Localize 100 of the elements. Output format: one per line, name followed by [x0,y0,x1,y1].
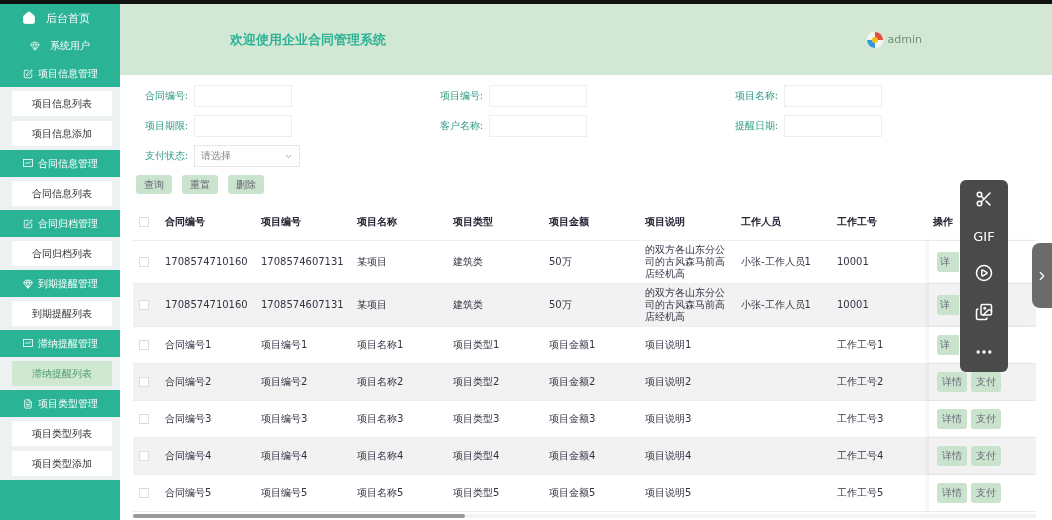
submenu-item[interactable]: 项目信息列表 [12,91,112,116]
field-label: 合同编号: [143,89,188,103]
side-handle[interactable] [1032,243,1052,308]
column-header: 合同编号 [164,215,206,229]
table-cell-text: 项目类型3 [452,412,501,426]
table-cell-text: 1708574710160 [164,255,249,269]
table-cell-text: 项目说明5 [644,486,693,500]
table-cell-text: 工作工号5 [836,486,885,500]
submenu-item[interactable]: 项目类型添加 [12,451,112,476]
row-checkbox[interactable] [139,488,149,498]
row-checkbox[interactable] [139,340,149,350]
system-title: 欢迎使用企业合同管理系统 [230,30,386,49]
table-cell-text: 合同编号4 [164,449,213,463]
row-checkbox[interactable] [139,451,149,461]
table-cell-text: 工作工号3 [836,412,885,426]
menu-group[interactable]: 项目信息管理 [0,60,120,87]
row-checkbox[interactable] [139,257,149,267]
action-button[interactable]: 详 [937,295,959,315]
table-cell-text: 合同编号2 [164,375,213,389]
menu-group-label: 合同信息管理 [37,156,98,171]
select-all-checkbox[interactable] [139,217,149,227]
users-label: 系统用户 [50,39,90,53]
row-checkbox[interactable] [139,377,149,387]
table-cell-text: 的双方各山东分公司的古风森马前高店经机高 [644,286,726,324]
table-cell-text: 项目金额5 [548,486,597,500]
select-field[interactable]: 请选择 [194,145,300,167]
table-cell-text: 建筑类 [452,255,484,269]
home-menu-item[interactable]: 后台首页 [0,4,120,32]
action-button[interactable]: 支付 [971,409,1001,429]
field-label: 客户名称: [438,119,483,133]
table-cell-text: 合同编号3 [164,412,213,426]
action-button[interactable]: 详情 [937,409,967,429]
submenu-item[interactable]: 项目信息添加 [12,121,112,146]
table-cell-text: 工作工号4 [836,449,885,463]
action-button[interactable]: 支付 [971,446,1001,466]
record-icon[interactable] [975,264,993,283]
search-button[interactable]: 重置 [182,175,218,194]
table-cell-text: 项目类型1 [452,338,501,352]
field-label: 项目期限: [143,119,188,133]
users-menu-item[interactable]: 系统用户 [0,32,120,60]
field-label: 项目名称: [733,89,778,103]
table-cell-text: 合同编号5 [164,486,213,500]
table-cell-text: 项目名称1 [356,338,405,352]
action-button[interactable]: 详 [937,252,959,272]
search-button[interactable]: 查询 [136,175,172,194]
table-cell-text: 某项目 [356,298,388,312]
submenu-item[interactable]: 项目类型列表 [12,421,112,446]
menu-group-label: 滞纳提醒管理 [37,336,98,351]
table-cell-text: 项目名称3 [356,412,405,426]
user-name: admin [887,33,922,46]
action-button[interactable]: 详 [937,335,959,355]
home-label: 后台首页 [46,10,90,26]
table-cell-text: 项目金额3 [548,412,597,426]
table-cell-text: 1708574607131 [260,298,345,312]
menu-group[interactable]: 合同归档管理 [0,210,120,237]
column-header: 工作人员 [740,215,782,229]
home-icon [22,11,36,25]
field-label: 项目编号: [438,89,483,103]
menu-group[interactable]: 到期提醒管理 [0,270,120,297]
chart-icon [22,338,33,349]
scissors-icon[interactable] [975,190,993,209]
action-button[interactable]: 详情 [937,483,967,503]
menu-group[interactable]: 合同信息管理 [0,150,120,177]
table-cell-text: 项目编号2 [260,375,309,389]
column-header: 工作工号 [836,215,878,229]
edit-icon [22,68,33,79]
search-button[interactable]: 删除 [228,175,264,194]
action-button[interactable]: 支付 [971,483,1001,503]
row-checkbox[interactable] [139,300,149,310]
menu-group[interactable]: 项目类型管理 [0,390,120,417]
submenu-item[interactable]: 合同归档列表 [12,241,112,266]
avatar-icon [865,30,884,49]
table-cell-text: 项目说明2 [644,375,693,389]
column-header: 项目类型 [452,215,494,229]
table-cell-text: 某项目 [356,255,388,269]
gif-button[interactable]: GIF [973,228,995,244]
submenu-item[interactable]: 滞纳提醒列表 [12,361,112,386]
horizontal-scrollbar[interactable] [133,514,1036,518]
gem-icon [22,278,33,289]
action-button[interactable]: 详情 [937,372,967,392]
menu-group[interactable]: 滞纳提醒管理 [0,330,120,357]
table-cell-text: 项目说明1 [644,338,693,352]
table-cell-text: 10001 [836,298,870,312]
table-cell-text: 项目类型2 [452,375,501,389]
action-button[interactable]: 详情 [937,446,967,466]
table-cell-text: 10001 [836,255,870,269]
image-icon[interactable] [975,303,993,322]
table-cell-text: 项目类型4 [452,449,501,463]
table-cell-text: 项目编号3 [260,412,309,426]
action-button[interactable]: 支付 [971,372,1001,392]
column-header: 操作 [932,215,954,229]
table-cell-text: 项目编号4 [260,449,309,463]
table-cell-text: 建筑类 [452,298,484,312]
document-icon [22,398,33,409]
table-cell-text: 项目说明4 [644,449,693,463]
table-cell-text: 50万 [548,255,573,269]
submenu-item[interactable]: 到期提醒列表 [12,301,112,326]
submenu-item[interactable]: 合同信息列表 [12,181,112,206]
row-checkbox[interactable] [139,414,149,424]
menu-group-label: 到期提醒管理 [37,276,98,291]
